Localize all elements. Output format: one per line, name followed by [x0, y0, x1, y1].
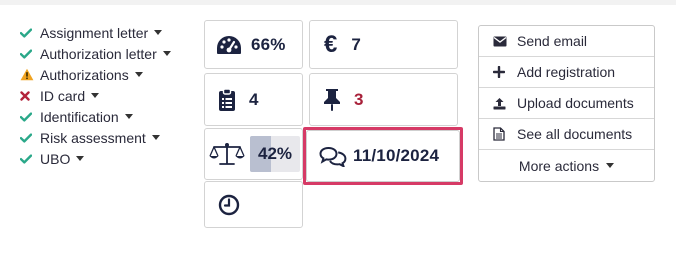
checklist-label: Authorizations: [40, 66, 129, 83]
add-registration-label: Add registration: [517, 64, 616, 80]
check-icon: [20, 132, 40, 143]
checklist-item-assignment-letter[interactable]: Assignment letter: [20, 22, 171, 43]
price-tile[interactable]: € 7: [309, 20, 458, 69]
add-registration-button[interactable]: Add registration: [479, 57, 654, 88]
send-email-label: Send email: [517, 33, 588, 49]
see-all-documents-button[interactable]: See all documents: [479, 119, 654, 150]
checklist-item-authorizations[interactable]: Authorizations: [20, 64, 171, 85]
more-actions-label: More actions: [518, 157, 600, 174]
pin-icon: [322, 88, 342, 112]
checklist-label: Risk assessment: [40, 129, 146, 146]
upload-icon: [493, 97, 517, 110]
balance-value: 42%: [257, 144, 293, 163]
upload-documents-button[interactable]: Upload documents: [479, 88, 654, 119]
upload-documents-label: Upload documents: [517, 95, 634, 111]
clipboard-icon: [218, 87, 236, 112]
actions-button-group: Send email Add registration Upload docum…: [478, 25, 655, 182]
gauge-icon: [215, 34, 243, 56]
comments-tile-highlight: [303, 127, 463, 185]
document-icon: [493, 127, 517, 141]
pins-value: 3: [354, 89, 364, 109]
checklist-label: Identification: [40, 108, 119, 125]
check-icon: [20, 27, 40, 38]
send-email-button[interactable]: Send email: [479, 26, 654, 57]
checklist-label: Assignment letter: [40, 24, 149, 41]
x-icon: [20, 90, 40, 101]
tasks-tile[interactable]: 4: [204, 73, 303, 126]
checklist-item-authorization-letter[interactable]: Authorization letter: [20, 43, 171, 64]
chevron-down-icon[interactable]: [91, 93, 100, 98]
caret-down-icon: [606, 163, 615, 168]
see-all-documents-label: See all documents: [517, 126, 633, 142]
scale-icon: [209, 141, 245, 167]
balance-tile[interactable]: 42%: [204, 128, 303, 180]
chevron-down-icon[interactable]: [151, 135, 160, 140]
chevron-down-icon[interactable]: [154, 30, 163, 35]
pins-tile[interactable]: 3: [309, 73, 458, 126]
euro-icon: €: [324, 30, 338, 58]
score-tile[interactable]: 66%: [204, 20, 303, 69]
more-actions-dropdown[interactable]: More actions: [479, 150, 654, 181]
time-tile[interactable]: [204, 181, 303, 228]
clock-icon: [218, 194, 240, 216]
price-value: 7: [351, 34, 362, 54]
checklist-label: Authorization letter: [40, 45, 157, 62]
plus-icon: [493, 66, 517, 78]
balance-progress-bar: 42%: [250, 136, 300, 172]
checklist-item-id-card[interactable]: ID card: [20, 85, 171, 106]
chevron-down-icon[interactable]: [124, 114, 133, 119]
check-icon: [20, 153, 40, 164]
document-checklist: Assignment letter Authorization letter A…: [20, 22, 171, 169]
checklist-label: UBO: [40, 150, 71, 167]
check-icon: [20, 111, 40, 122]
chevron-down-icon[interactable]: [76, 156, 85, 161]
warning-icon: [20, 68, 40, 81]
check-icon: [20, 48, 40, 59]
document-status-panel: Assignment letter Authorization letter A…: [0, 5, 676, 254]
chevron-down-icon[interactable]: [162, 51, 171, 56]
chevron-down-icon[interactable]: [134, 72, 143, 77]
tasks-value: 4: [249, 89, 259, 109]
envelope-icon: [493, 36, 517, 47]
checklist-item-ubo[interactable]: UBO: [20, 148, 171, 169]
score-value: 66%: [251, 34, 286, 54]
checklist-label: ID card: [40, 87, 86, 104]
checklist-item-identification[interactable]: Identification: [20, 106, 171, 127]
checklist-item-risk-assessment[interactable]: Risk assessment: [20, 127, 171, 148]
